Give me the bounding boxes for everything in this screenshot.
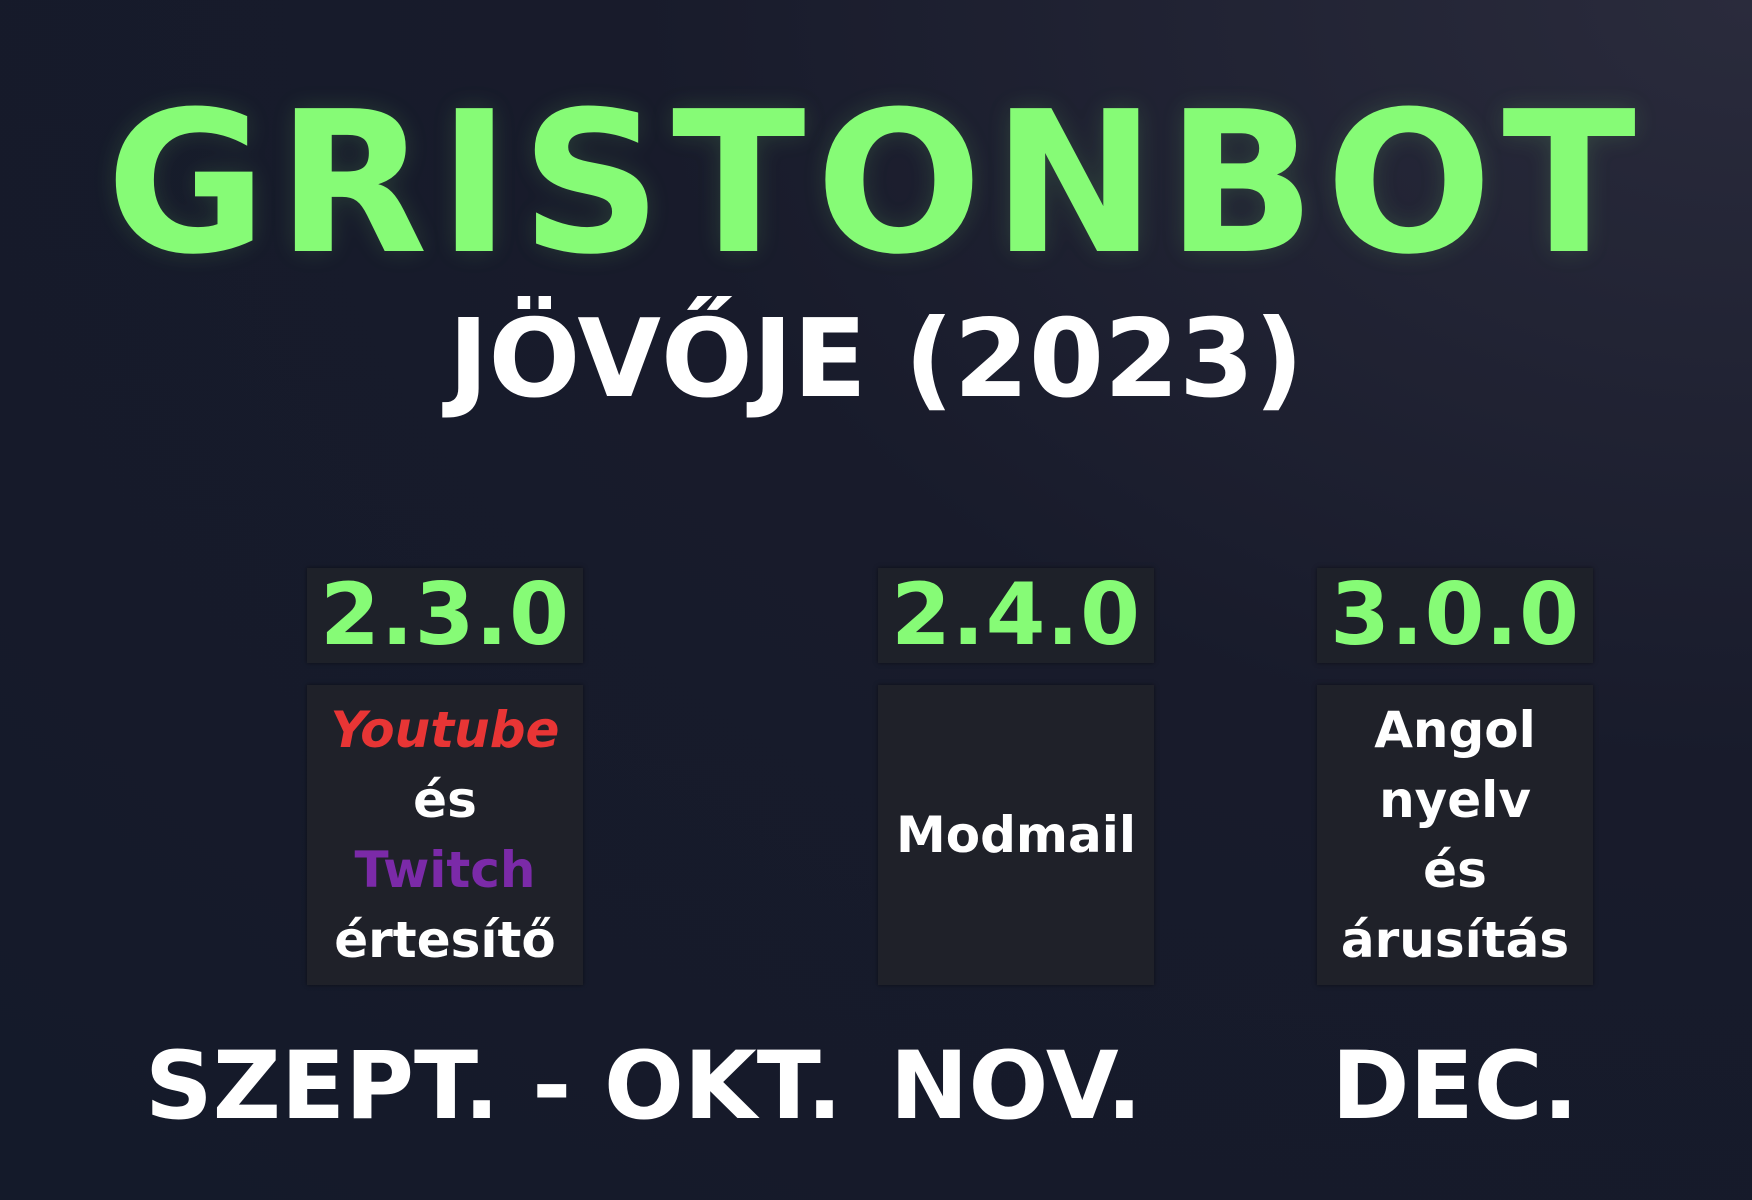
feature-card-2-3-0: Youtube és Twitch értesítő [307, 685, 583, 985]
version-badge-2-4-0: 2.4.0 [878, 568, 1154, 663]
page-title: GRISTONBOT [106, 70, 1646, 298]
feature-line-1: Angol [1374, 701, 1536, 759]
feature-line-3: és [1423, 841, 1487, 899]
feature-youtube-text: Youtube [330, 701, 560, 759]
version-badge-3-0-0: 3.0.0 [1317, 568, 1593, 663]
feature-modmail-text: Modmail [895, 806, 1136, 864]
month-label-nov: NOV. [889, 1032, 1143, 1141]
feature-card-2-4-0: Modmail [878, 685, 1154, 985]
month-label-szept-okt: SZEPT. - OKT. [145, 1032, 843, 1141]
feature-line-2: nyelv [1379, 771, 1531, 829]
feature-card-3-0-0: Angol nyelv és árusítás [1317, 685, 1593, 985]
month-label-dec: DEC. [1331, 1032, 1579, 1141]
feature-and-text: és [413, 771, 477, 829]
page-subtitle: JÖVŐJE (2023) [448, 297, 1304, 422]
feature-twitch-text: Twitch [354, 841, 536, 899]
feature-notifier-text: értesítő [334, 911, 556, 969]
version-badge-2-3-0: 2.3.0 [307, 568, 583, 663]
feature-line-4: árusítás [1340, 911, 1570, 969]
